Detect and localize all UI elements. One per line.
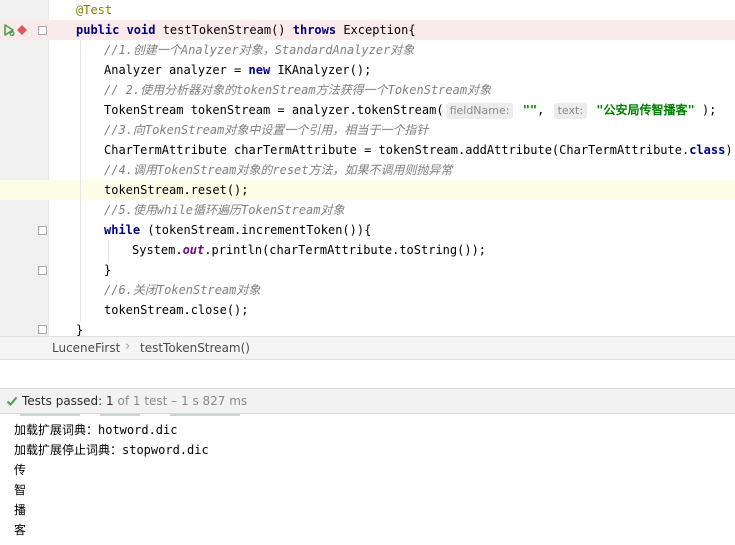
code-token: } <box>76 323 84 336</box>
code-line-comment-2[interactable]: // 2.使用分析器对象的tokenStream方法获得一个TokenStrea… <box>0 80 735 100</box>
code-token: tokenStream.close(); <box>104 303 249 317</box>
editor-spacer <box>0 360 735 388</box>
code-token: CharTermAttribute charTermAttribute = to… <box>104 143 690 157</box>
code-token: IKAnalyzer(); <box>277 63 372 77</box>
code-token: "" <box>522 103 538 117</box>
code-token: class <box>689 143 726 157</box>
code-line-reset-call[interactable]: tokenStream.reset(); <box>0 180 735 200</box>
code-token: .println(charTermAttribute.toString()); <box>204 243 487 257</box>
code-editor[interactable]: @Test public void testTokenStream() throw… <box>0 0 735 336</box>
breakpoint-icon[interactable] <box>17 25 27 35</box>
code-token: "公安局传智播客" <box>596 103 695 117</box>
code-token: TokenStream tokenStream = analyzer.token… <box>104 103 444 117</box>
breadcrumb-separator: › <box>125 339 131 354</box>
code-line-close-call[interactable]: tokenStream.close(); <box>0 300 735 320</box>
code-line-comment-6[interactable]: //6.关闭TokenStream对象 <box>0 280 735 300</box>
code-token: // 2.使用分析器对象的tokenStream方法获得一个TokenStrea… <box>104 83 492 97</box>
console-line: 加载扩展词典：hotword.dic <box>14 423 178 437</box>
code-line-analyzer-decl[interactable]: Analyzer analyzer = new IKAnalyzer(); <box>0 60 735 80</box>
code-token: } <box>104 263 112 277</box>
code-text: // 2.使用分析器对象的tokenStream方法获得一个TokenStrea… <box>104 80 491 100</box>
code-text: public void testTokenStream() throws Exc… <box>76 20 416 40</box>
code-line-method-sig[interactable]: public void testTokenStream() throws Exc… <box>0 20 735 40</box>
code-line-comment-5[interactable]: //5.使用while循环遍历TokenStream对象 <box>0 200 735 220</box>
code-line-method-close[interactable]: } <box>0 320 735 336</box>
fold-marker-icon[interactable] <box>38 26 47 35</box>
code-token: //5.使用while循环遍历TokenStream对象 <box>104 203 345 217</box>
code-token: Exception{ <box>343 23 416 37</box>
code-token: public void <box>76 23 163 37</box>
code-token: out <box>182 243 205 257</box>
fold-marker-icon[interactable] <box>38 325 47 334</box>
code-line-attr-decl[interactable]: CharTermAttribute charTermAttribute = to… <box>0 140 735 160</box>
code-line-while-loop[interactable]: while (tokenStream.incrementToken()){ <box>0 220 735 240</box>
code-token: , <box>537 103 552 117</box>
code-text: Analyzer analyzer = new IKAnalyzer(); <box>104 60 371 80</box>
breadcrumb: LuceneFirst › testTokenStream() <box>0 336 735 360</box>
run-test-icon[interactable] <box>2 23 16 37</box>
code-text: } <box>76 320 83 336</box>
code-token: while <box>104 223 148 237</box>
code-token: //4.调用TokenStream对象的reset方法，如果不调用则抛异常 <box>104 163 453 177</box>
code-text: @Test <box>76 0 112 20</box>
code-token: ); <box>725 143 735 157</box>
code-line-tokenstream-decl[interactable]: TokenStream tokenStream = analyzer.token… <box>0 100 735 120</box>
code-line-comment-4[interactable]: //4.调用TokenStream对象的reset方法，如果不调用则抛异常 <box>0 160 735 180</box>
code-text: //6.关闭TokenStream对象 <box>104 280 260 300</box>
code-line-comment-3[interactable]: //3.向TokenStream对象中设置一个引用，相当于一个指针 <box>0 120 735 140</box>
console-line: 智 <box>14 483 27 497</box>
parameter-hint: fieldName: <box>445 103 514 119</box>
fold-marker-icon[interactable] <box>38 266 47 275</box>
fold-marker-icon[interactable] <box>38 226 47 235</box>
code-text: CharTermAttribute charTermAttribute = to… <box>104 140 735 160</box>
code-token: (tokenStream.incrementToken()){ <box>147 223 372 237</box>
console-output[interactable]: 加载扩展词典：hotword.dic 加载扩展停止词典：stopword.dic 传… <box>0 414 735 545</box>
code-line-println-call[interactable]: System.out.println(charTermAttribute.toS… <box>0 240 735 260</box>
code-text: //1.创建一个Analyzer对象，StandardAnalyzer对象 <box>104 40 414 60</box>
code-token: new <box>248 63 278 77</box>
console-line: 客 <box>14 523 27 537</box>
code-text: //5.使用while循环遍历TokenStream对象 <box>104 200 345 220</box>
code-token: tokenStream.reset(); <box>104 183 249 197</box>
code-text: } <box>104 260 111 280</box>
code-text: //3.向TokenStream对象中设置一个引用，相当于一个指针 <box>104 120 428 140</box>
code-token: testTokenStream() <box>162 23 293 37</box>
console-line: 播 <box>14 503 27 517</box>
code-token: Analyzer analyzer = <box>104 63 249 77</box>
breadcrumb-item-class[interactable]: LuceneFirst <box>52 341 120 355</box>
code-line-comment-1[interactable]: //1.创建一个Analyzer对象，StandardAnalyzer对象 <box>0 40 735 60</box>
indent-guide <box>108 240 109 262</box>
code-token: //6.关闭TokenStream对象 <box>104 283 261 297</box>
code-token: //3.向TokenStream对象中设置一个引用，相当于一个指针 <box>104 123 429 137</box>
test-status-label: Tests passed: <box>22 394 107 408</box>
code-text: tokenStream.reset(); <box>104 180 249 200</box>
code-text: System.out.println(charTermAttribute.toS… <box>132 240 486 260</box>
code-token: System. <box>132 243 183 257</box>
code-token: throws <box>292 23 344 37</box>
test-results-bar: Tests passed: 1 of 1 test – 1 s 827 ms <box>0 388 735 414</box>
console-line: 加载扩展停止词典：stopword.dic <box>14 443 209 457</box>
code-text: while (tokenStream.incrementToken()){ <box>104 220 371 240</box>
code-line-loop-close[interactable]: } <box>0 260 735 280</box>
console-line: 传 <box>14 463 27 477</box>
code-line-annotation[interactable]: @Test <box>0 0 735 20</box>
code-text: TokenStream tokenStream = analyzer.token… <box>104 100 716 120</box>
test-status: Tests passed: 1 of 1 test – 1 s 827 ms <box>22 394 247 408</box>
test-detail: of 1 test – 1 s 827 ms <box>113 394 248 408</box>
code-text: tokenStream.close(); <box>104 300 249 320</box>
console-scrolled-text-remnant <box>20 414 240 416</box>
indent-guide <box>80 40 81 322</box>
code-text: //4.调用TokenStream对象的reset方法，如果不调用则抛异常 <box>104 160 453 180</box>
breadcrumb-item-method[interactable]: testTokenStream() <box>140 341 250 355</box>
code-token: ); <box>694 103 717 117</box>
check-icon <box>6 396 18 406</box>
test-passed-count: 1 <box>106 394 114 408</box>
code-token: //1.创建一个Analyzer对象，StandardAnalyzer对象 <box>104 43 415 57</box>
parameter-hint: text: <box>553 103 588 119</box>
code-token: @Test <box>76 3 113 17</box>
